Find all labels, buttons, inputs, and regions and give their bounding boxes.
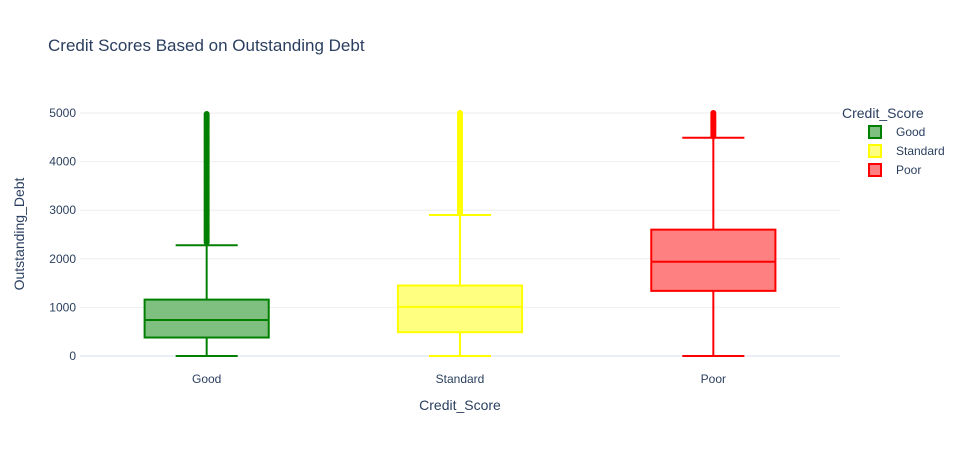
y-tick-label: 2000 [49,252,76,266]
legend-label: Standard [896,144,945,158]
iqr-box [650,228,777,292]
x-tick-label: Poor [701,372,726,386]
y-tick-label: 4000 [49,155,76,169]
x-tick-label: Standard [436,372,485,386]
legend-swatch [868,144,882,158]
iqr-box [396,284,524,334]
y-tick-label: 1000 [49,300,76,314]
outlier-point [203,110,210,117]
legend-label: Good [896,125,925,139]
legend-item-good[interactable]: Good [868,125,925,139]
y-tick-label: 3000 [49,203,76,217]
chart-container: Credit Scores Based on Outstanding Debt … [0,0,968,450]
legend-label: Poor [896,163,921,177]
outlier-point [710,110,717,116]
y-tick-label: 5000 [49,106,76,120]
box-plot-chart: Credit Scores Based on Outstanding Debt … [0,0,968,450]
chart-title: Credit Scores Based on Outstanding Debt [48,36,365,55]
x-tick-label: Good [192,372,221,386]
legend-item-poor[interactable]: Poor [868,163,921,177]
legend-swatch [868,163,882,177]
iqr-box [143,298,270,339]
y-axis-title: Outstanding_Debt [11,177,27,290]
x-axis-title: Credit_Score [419,397,501,413]
legend-item-standard[interactable]: Standard [868,144,945,158]
legend-title: Credit_Score [842,105,924,121]
y-tick-label: 0 [69,349,76,363]
legend-swatch [868,125,882,139]
outlier-point [457,110,463,116]
